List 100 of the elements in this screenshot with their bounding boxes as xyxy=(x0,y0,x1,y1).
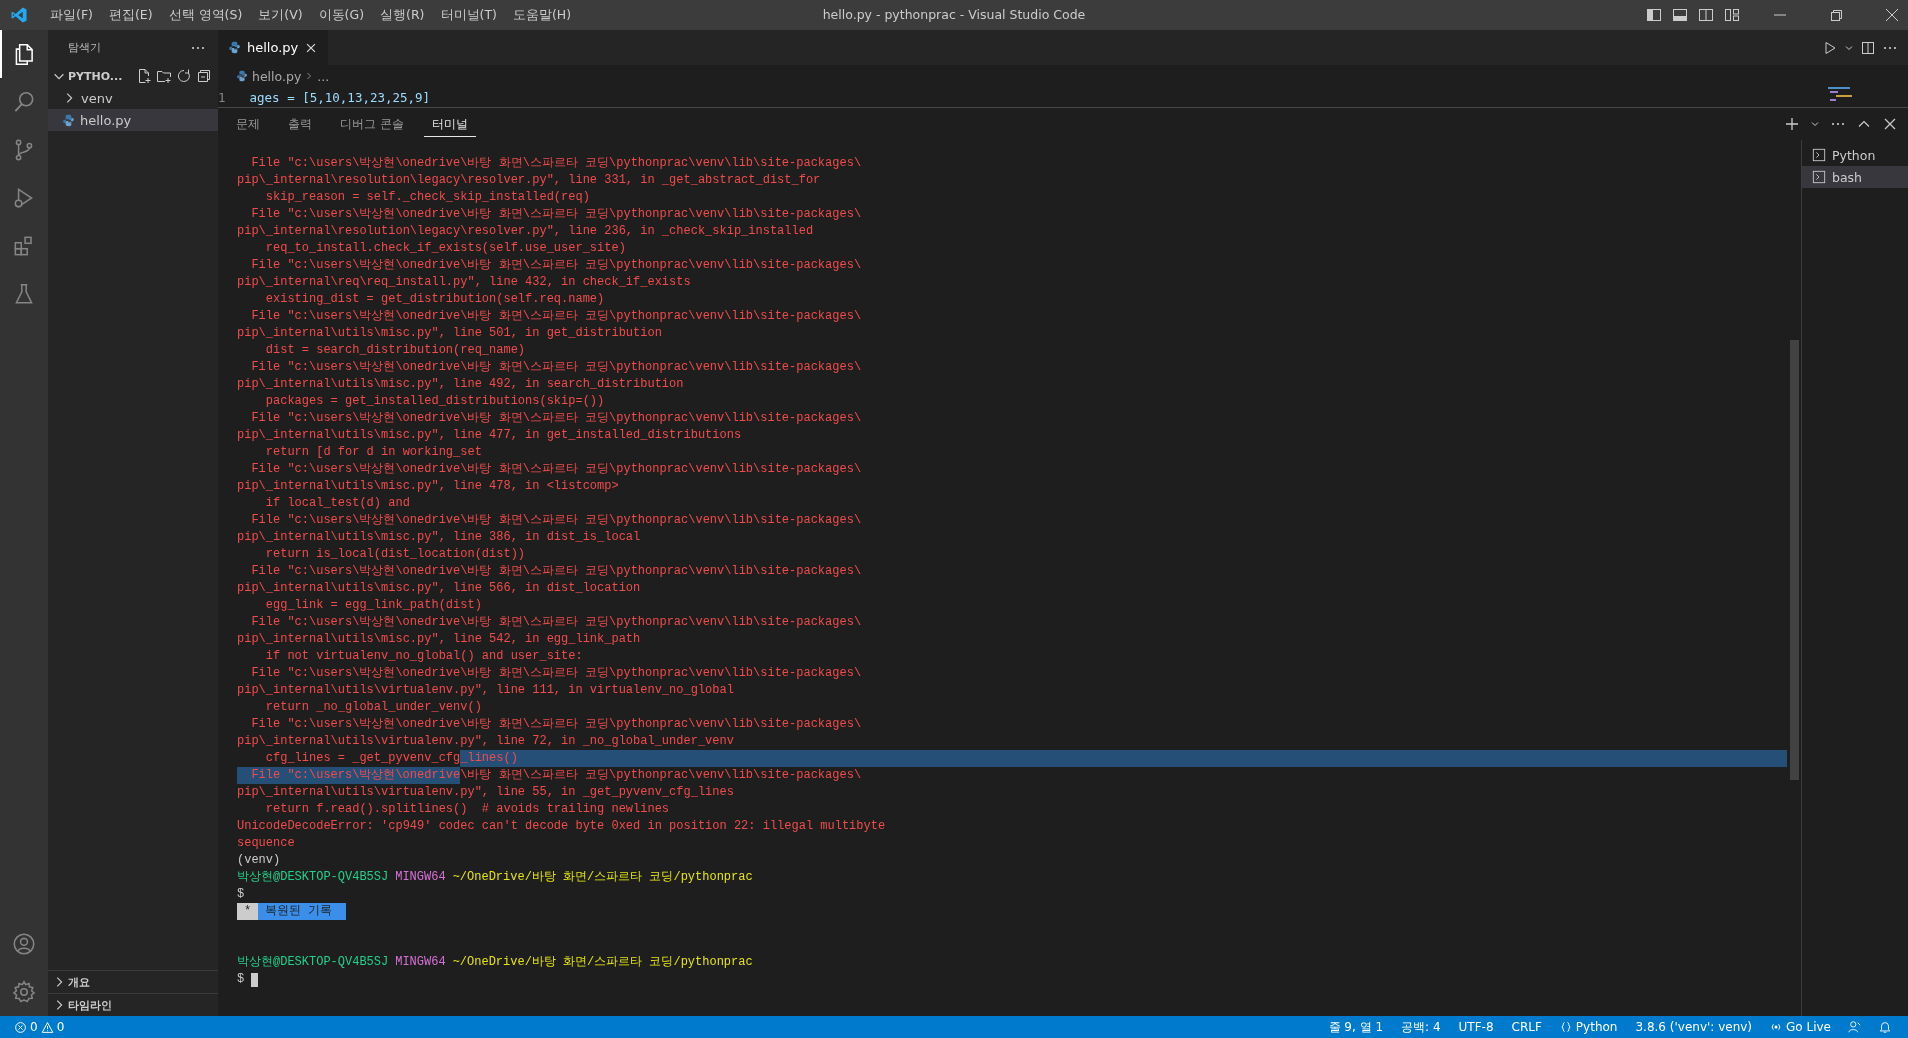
history-marker: * xyxy=(237,903,259,920)
terminal-line: if not virtualenv_no_global() and user_site: xyxy=(264,648,583,665)
terminal-line: File "c:\users\박상현\onedrive\바탕 화면\스파르타 코딩\pythonprac\venv\lib\site-packages\ xyxy=(250,563,862,580)
folder-name[interactable]: PYTHO... xyxy=(68,69,123,83)
tab-label: hello.py xyxy=(247,40,299,55)
braces-icon xyxy=(1559,1021,1572,1033)
terminal-line: pip\_internal\resolution\legacy\resolver.py", line 236, in _check_skip_installed xyxy=(237,223,814,240)
terminal-line: File "c:\users\박상현\onedrive\바탕 화면\스파르타 코딩\pythonprac\venv\lib\site-packages\ xyxy=(250,155,862,172)
terminal-line: File "c:\users\박상현\onedrive\바탕 화면\스파르타 코딩\pythonprac\venv\lib\site-packages\ xyxy=(250,461,862,478)
prompt-system: MINGW64 xyxy=(395,869,446,886)
python-file-icon xyxy=(62,113,75,127)
settings-icon[interactable] xyxy=(11,979,37,1005)
prompt-path: ~/OneDrive/바탕 화면/스파르타 코딩/pythonprac xyxy=(452,954,753,971)
editor-tab[interactable]: hello.py xyxy=(218,30,329,65)
bell-icon[interactable] xyxy=(1878,1020,1892,1034)
menu-item[interactable]: 선택 영역(S) xyxy=(160,0,251,30)
sidebar-section-header[interactable]: 개요 xyxy=(48,970,218,993)
menu-item[interactable]: 도움말(H) xyxy=(504,0,580,30)
terminal-line: File "c:\users\박상현\onedrive\바탕 화면\스파르타 코딩\pythonprac\venv\lib\site-packages\ xyxy=(250,206,862,223)
file-tree-item[interactable]: venv xyxy=(48,87,218,109)
terminal-line: UnicodeDecodeError: 'cp949' codec can't decode byte 0xed in position 22: illegal multibyte xyxy=(237,818,886,835)
panel-tab[interactable]: 문제 xyxy=(228,111,268,137)
prompt-system: MINGW64 xyxy=(395,954,446,971)
status-item[interactable]: 공백: 4 xyxy=(1392,1018,1450,1036)
selected-text: File "c:\users\박상현\onedrive xyxy=(237,767,461,784)
terminal-name: bash xyxy=(1832,169,1863,185)
breadcrumb-item[interactable]: ... xyxy=(317,68,330,84)
terminal-line: egg_link = egg_link_path(dist) xyxy=(264,597,482,614)
menu-item[interactable]: 실행(R) xyxy=(372,0,433,30)
terminal-cursor xyxy=(251,972,259,987)
terminal-line: packages = get_installed_distributions(skip=()) xyxy=(264,393,605,410)
terminal-icon xyxy=(1812,148,1826,162)
python-file-icon xyxy=(236,70,248,82)
code-line: ages = [5,10,13,23,25,9] xyxy=(249,89,431,105)
scrollbar-thumb[interactable] xyxy=(1790,340,1799,780)
run-icon[interactable] xyxy=(1822,39,1838,56)
status-item[interactable]: 줄 9, 열 1 xyxy=(1319,1018,1393,1036)
menu-item[interactable]: 편집(E) xyxy=(100,0,161,30)
close-icon[interactable] xyxy=(1882,116,1898,132)
panel-tab[interactable]: 출력 xyxy=(280,111,320,137)
selected-text: _lines() xyxy=(460,750,1787,767)
terminal-line: File "c:\users\박상현\onedrive\바탕 화면\스파르타 코딩\pythonprac\venv\lib\site-packages\ xyxy=(250,359,862,376)
file-tree-item[interactable]: hello.py xyxy=(48,109,218,131)
terminal-line: pip\_internal\utils\misc.py", line 477, in get_installed_distributions xyxy=(237,427,742,444)
menu-item[interactable]: 이동(G) xyxy=(310,0,373,30)
breadcrumb-item[interactable]: hello.py xyxy=(252,68,302,84)
file-name: hello.py xyxy=(80,112,132,128)
status-item[interactable]: 3.8.6 ('venv': venv) xyxy=(1626,1020,1762,1034)
person-icon[interactable] xyxy=(1848,1020,1862,1034)
status-item[interactable]: UTF-8 xyxy=(1449,1020,1503,1034)
terminal-line: existing_dist = get_distribution(self.req.name) xyxy=(264,291,605,308)
account-icon[interactable] xyxy=(11,931,37,957)
status-item[interactable]: CRLF xyxy=(1502,1020,1551,1034)
close-icon[interactable] xyxy=(1884,7,1900,23)
window-title: hello.py - pythonprac - Visual Studio Code xyxy=(822,6,1086,24)
new-folder-icon[interactable] xyxy=(156,68,172,84)
terminal-line: if local_test(d) and xyxy=(264,495,410,512)
split-editor-icon[interactable] xyxy=(1860,39,1876,56)
plus-icon[interactable] xyxy=(1784,116,1800,132)
vscode-logo-icon xyxy=(10,6,28,24)
new-file-icon[interactable] xyxy=(136,68,152,84)
terminal-name: Python xyxy=(1832,147,1876,163)
restore-icon[interactable] xyxy=(1828,7,1844,23)
terminal-line: (venv) xyxy=(237,852,281,869)
prompt-user: 박상현@DESKTOP-QV4B5SJ xyxy=(237,954,389,971)
terminal-line: pip\_internal\utils\misc.py", line 566, in dist_location xyxy=(237,580,641,597)
menu-item[interactable]: 파일(F) xyxy=(42,0,101,30)
problems-status[interactable]: 0 0 xyxy=(0,1020,75,1034)
terminal-line: skip_reason = self._check_skip_installed(req) xyxy=(264,189,590,206)
terminal-line: req_to_install.check_if_exists(self.use_user_site) xyxy=(264,240,626,257)
panel-toggle-icon[interactable] xyxy=(1672,7,1688,23)
prompt-symbol: $ xyxy=(237,971,245,988)
prompt-path: ~/OneDrive/바탕 화면/스파르타 코딩/pythonprac xyxy=(452,869,753,886)
terminal-line: return is_local(dist_location(dist)) xyxy=(264,546,526,563)
terminal-line: pip\_internal\utils\misc.py", line 386, in dist_is_local xyxy=(237,529,641,546)
panel-tab[interactable]: 터미널 xyxy=(423,111,476,137)
sidebar-toggle-icon[interactable] xyxy=(1646,7,1662,23)
language-status[interactable]: Python xyxy=(1550,1020,1627,1034)
go-live-button[interactable]: Go Live xyxy=(1761,1020,1840,1034)
terminal-line: File "c:\users\박상현\onedrive\바탕 화면\스파르타 코딩\pythonprac\venv\lib\site-packages\ xyxy=(250,665,862,682)
split-layout-icon[interactable] xyxy=(1698,7,1714,23)
terminal-line: $ xyxy=(237,886,245,903)
menu-item[interactable]: 터미널(T) xyxy=(432,0,505,30)
collapse-all-icon[interactable] xyxy=(196,68,212,84)
terminal-line: pip\_internal\resolution\legacy\resolver.py", line 331, in _get_abstract_dist_for xyxy=(237,172,821,189)
line-number: 1 xyxy=(218,89,227,105)
terminal-line: pip\_internal\utils\misc.py", line 542, in egg_link_path xyxy=(237,631,641,648)
terminal-line: pip\_internal\utils\misc.py", line 478, in <listcomp> xyxy=(237,478,619,495)
terminal-list-item[interactable]: Python xyxy=(1802,144,1908,166)
chevron-icon xyxy=(305,70,314,82)
warning-icon xyxy=(40,1020,54,1034)
refresh-icon[interactable] xyxy=(176,68,192,84)
terminal-line: File "c:\users\박상현\onedrive\바탕 화면\스파르타 코딩\pythonprac\venv\lib\site-packages\ xyxy=(250,512,862,529)
layout-icon[interactable] xyxy=(1724,7,1740,23)
terminal-line: dist = search_distribution(req_name) xyxy=(264,342,526,359)
terminal-line: File "c:\users\박상현\onedrive\바탕 화면\스파르타 코딩\pythonprac\venv\lib\site-packages\ xyxy=(250,614,862,631)
menu-item[interactable]: 보기(V) xyxy=(250,0,311,30)
terminal-list-item[interactable]: bash xyxy=(1802,166,1908,188)
panel-tab[interactable]: 디버그 콘솔 xyxy=(332,111,412,137)
terminal-line: pip\_internal\utils\virtualenv.py", line 72, in _no_global_under_venv xyxy=(237,733,734,750)
